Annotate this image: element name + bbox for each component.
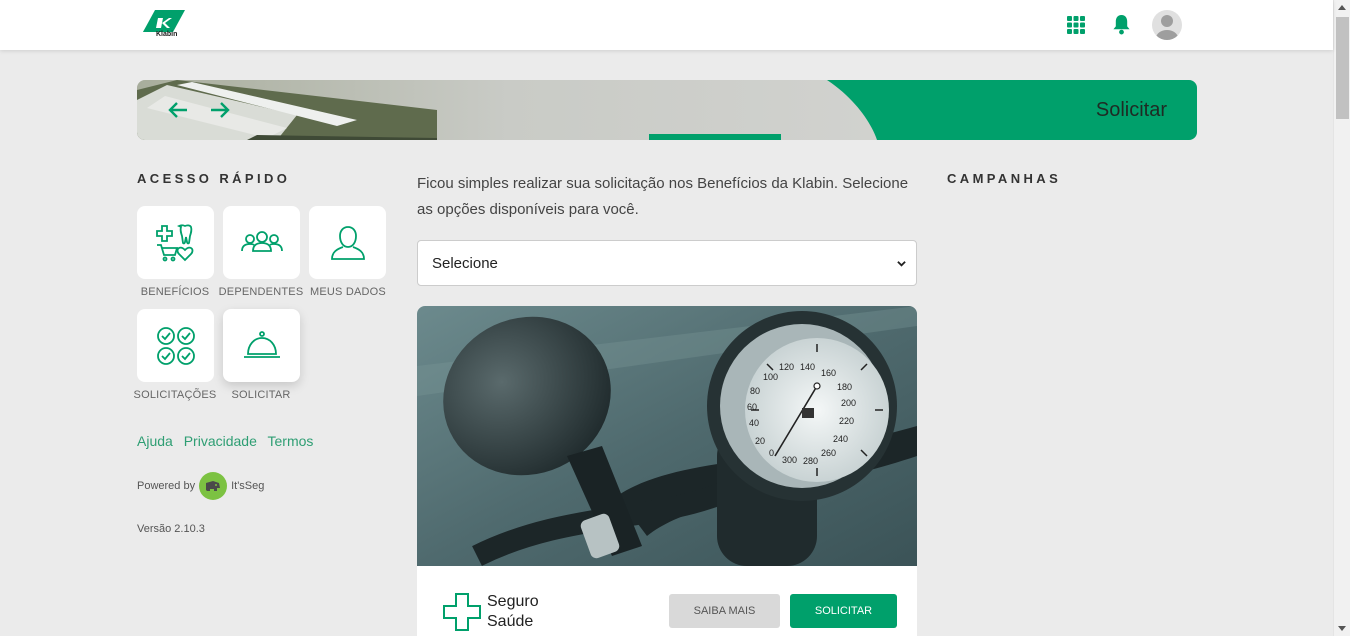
chevron-down-icon (897, 261, 906, 267)
app-version: Versão 2.10.3 (137, 523, 205, 535)
svg-text:180: 180 (837, 382, 852, 392)
quick-access-request[interactable] (223, 309, 300, 382)
learn-more-button[interactable]: SAIBA MAIS (669, 594, 780, 628)
banner-prev-arrow-icon[interactable] (167, 100, 189, 120)
request-button[interactable]: SOLICITAR (790, 594, 897, 628)
page-scrollbar[interactable] (1333, 0, 1350, 636)
banner-next-arrow-icon[interactable] (209, 100, 231, 120)
itsseg-brand: It'sSeg (231, 480, 265, 492)
quick-access-dependents[interactable] (223, 206, 300, 279)
help-link[interactable]: Ajuda (137, 433, 173, 449)
scroll-down-arrow[interactable] (1338, 626, 1346, 631)
intro-text: Ficou simples realizar sua solicitação n… (417, 175, 909, 218)
checklist-icon (156, 326, 195, 365)
campaigns-title: CAMPANHAS (947, 171, 1062, 186)
dependents-icon (240, 230, 283, 252)
banner-cta-label[interactable]: Solicitar (1096, 99, 1167, 122)
svg-text:260: 260 (821, 448, 836, 458)
quick-access-requests-label: SOLICITAÇÕES (133, 389, 217, 401)
top-bar: Klabin (0, 0, 1333, 50)
quick-access-requests[interactable] (137, 309, 214, 382)
svg-text:120: 120 (779, 362, 794, 372)
quick-access-benefits-label: BENEFÍCIOS (140, 286, 210, 298)
svg-text:40: 40 (749, 418, 759, 428)
svg-text:300: 300 (782, 455, 797, 465)
promo-banner[interactable]: Solicitar (137, 80, 1197, 140)
powered-by-label: Powered by (137, 480, 196, 492)
benefit-card: 100 120 140 160 180 200 220 240 260 280 … (417, 306, 917, 636)
benefits-icon (155, 223, 193, 261)
scroll-thumb[interactable] (1336, 17, 1349, 119)
svg-text:140: 140 (800, 362, 815, 372)
svg-text:280: 280 (803, 456, 818, 466)
powered-by: Powered by It'sSeg (137, 472, 264, 500)
quick-access-benefits[interactable] (137, 206, 214, 279)
quick-access-dependents-label: DEPENDENTES (218, 286, 304, 298)
health-cross-icon (443, 593, 481, 631)
svg-text:100: 100 (763, 372, 778, 382)
benefit-select[interactable]: Selecione (417, 240, 917, 286)
terms-link[interactable]: Termos (268, 433, 314, 449)
svg-text:240: 240 (833, 434, 848, 444)
card-title: Seguro Saúde (487, 592, 539, 632)
svg-text:20: 20 (755, 436, 765, 446)
svg-text:80: 80 (750, 386, 760, 396)
user-icon (330, 225, 365, 260)
banner-image (137, 80, 1197, 140)
service-bell-icon (243, 330, 280, 358)
itsseg-logo-icon[interactable] (199, 472, 228, 500)
privacy-link[interactable]: Privacidade (184, 433, 257, 449)
user-avatar-icon[interactable] (1152, 10, 1182, 40)
card-title-line2: Saúde (487, 613, 534, 630)
svg-text:160: 160 (821, 368, 836, 378)
scroll-up-arrow[interactable] (1338, 5, 1346, 10)
quick-access-request-label: SOLICITAR (231, 389, 291, 401)
svg-text:0: 0 (769, 448, 774, 458)
card-title-line1: Seguro (487, 593, 539, 610)
svg-text:200: 200 (841, 398, 856, 408)
svg-text:60: 60 (747, 402, 757, 412)
quick-access-title: ACESSO RÁPIDO (137, 171, 291, 186)
apps-grid-icon[interactable] (1067, 16, 1085, 34)
bell-icon[interactable] (1112, 14, 1131, 35)
blood-pressure-monitor-image: 100 120 140 160 180 200 220 240 260 280 … (417, 306, 917, 566)
svg-text:220: 220 (839, 416, 854, 426)
benefit-select-value: Selecione (432, 254, 498, 272)
quick-access-my-data[interactable] (309, 206, 386, 279)
footer-links: Ajuda Privacidade Termos (137, 433, 320, 449)
quick-access-my-data-label: MEUS DADOS (310, 286, 386, 298)
logo-text: Klabin (156, 31, 178, 38)
